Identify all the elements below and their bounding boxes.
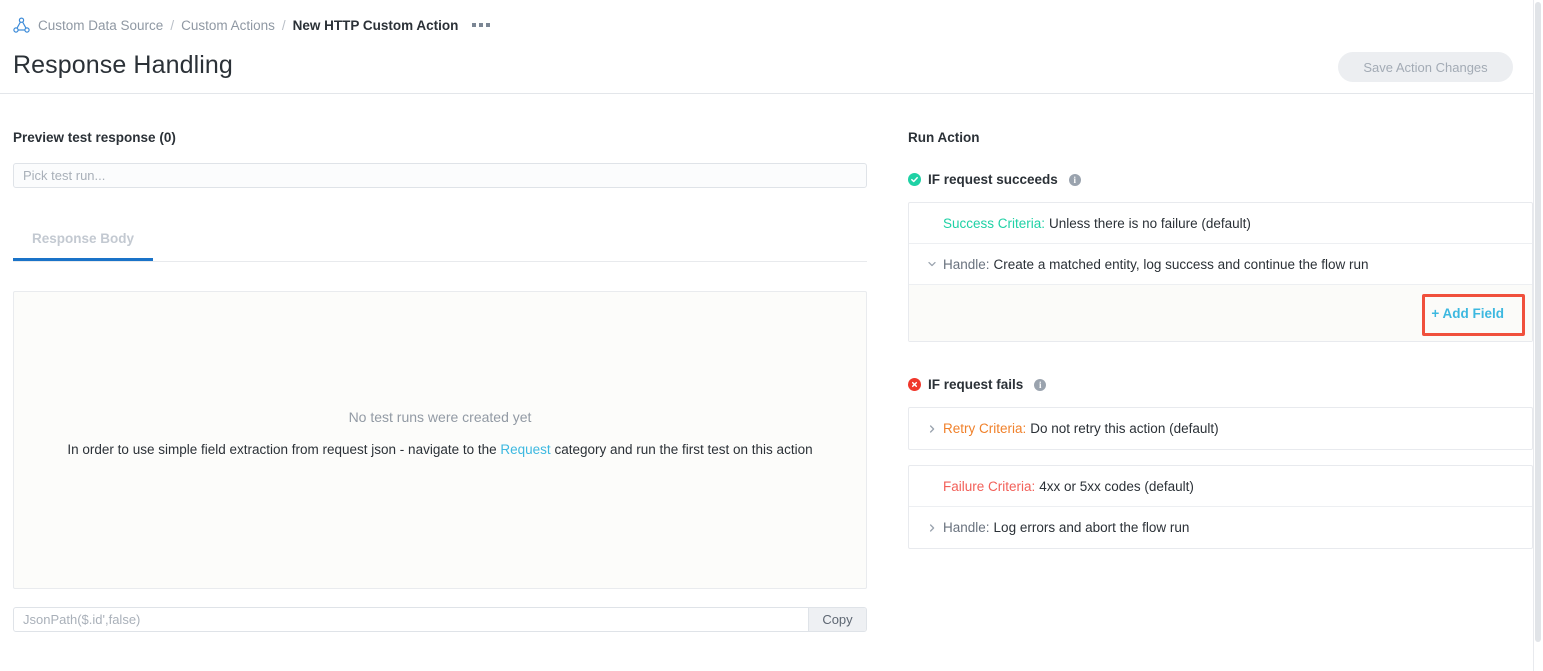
chevron-right-icon[interactable] [927, 424, 943, 434]
breadcrumb-item-custom-data-source[interactable]: Custom Data Source [38, 18, 163, 33]
add-field-button[interactable]: + Add Field [1421, 298, 1514, 329]
chevron-right-icon[interactable] [927, 523, 943, 533]
data-source-network-icon [12, 16, 30, 34]
request-category-link[interactable]: Request [500, 442, 550, 457]
breadcrumb-overflow-menu-icon[interactable] [472, 23, 490, 27]
empty-sub-text-before: In order to use simple field extraction … [67, 442, 500, 457]
breadcrumb-current: New HTTP Custom Action [293, 18, 459, 33]
preview-tabs: Response Body [13, 219, 867, 262]
page-title: Response Handling [13, 51, 233, 80]
copy-button[interactable]: Copy [808, 608, 866, 631]
page-header: Custom Data Source / Custom Actions / Ne… [0, 0, 1533, 94]
tab-response-body[interactable]: Response Body [13, 219, 153, 261]
failure-handle-row[interactable]: Handle: Log errors and abort the flow ru… [909, 507, 1532, 548]
failure-criteria-key: Failure Criteria: [943, 479, 1035, 494]
retry-criteria-key: Retry Criteria: [943, 421, 1026, 436]
run-action-panel: Run Action IF request succeeds i Success… [908, 94, 1543, 671]
empty-state-title: No test runs were created yet [14, 409, 866, 425]
save-action-changes-button[interactable]: Save Action Changes [1338, 52, 1513, 82]
error-circle-icon [908, 378, 921, 391]
success-handle-value: Create a matched entity, log success and… [994, 257, 1369, 272]
info-icon[interactable]: i [1034, 379, 1046, 391]
breadcrumb: Custom Data Source / Custom Actions / Ne… [12, 15, 490, 35]
page-scrollbar-track[interactable] [1533, 0, 1543, 671]
jsonpath-row: Copy [13, 607, 867, 632]
retry-criteria-value: Do not retry this action (default) [1030, 421, 1218, 436]
response-preview-box: No test runs were created yet In order t… [13, 291, 867, 589]
preview-test-response-label: Preview test response (0) [13, 130, 176, 145]
failure-handle-value: Log errors and abort the flow run [994, 520, 1190, 535]
if-request-succeeds-label: IF request succeeds [928, 172, 1058, 187]
if-request-fails-label: IF request fails [928, 377, 1023, 392]
success-criteria-value: Unless there is no failure (default) [1049, 216, 1251, 231]
breadcrumb-separator-1: / [170, 18, 174, 33]
empty-sub-text-after: category and run the first test on this … [551, 442, 813, 457]
page-scrollbar-thumb[interactable] [1535, 2, 1541, 642]
retry-criteria-row[interactable]: Retry Criteria: Do not retry this action… [909, 408, 1532, 449]
if-request-succeeds-header: IF request succeeds i [908, 172, 1081, 187]
retry-criteria-card: Retry Criteria: Do not retry this action… [908, 407, 1533, 450]
failure-criteria-value: 4xx or 5xx codes (default) [1039, 479, 1194, 494]
chevron-down-icon[interactable] [927, 259, 943, 269]
response-handling-page: Custom Data Source / Custom Actions / Ne… [0, 0, 1543, 671]
pick-test-run-input[interactable] [13, 163, 867, 188]
success-criteria-card: Success Criteria: Unless there is no fai… [908, 202, 1533, 342]
failure-criteria-row[interactable]: Failure Criteria: 4xx or 5xx codes (defa… [909, 466, 1532, 507]
breadcrumb-item-custom-actions[interactable]: Custom Actions [181, 18, 275, 33]
preview-panel: Preview test response (0) Response Body … [0, 94, 890, 671]
success-handle-row[interactable]: Handle: Create a matched entity, log suc… [909, 244, 1532, 285]
info-icon[interactable]: i [1069, 174, 1081, 186]
jsonpath-input[interactable] [14, 608, 808, 631]
failure-criteria-card: Failure Criteria: 4xx or 5xx codes (defa… [908, 465, 1533, 549]
if-request-fails-header: IF request fails i [908, 377, 1046, 392]
success-criteria-row[interactable]: Success Criteria: Unless there is no fai… [909, 203, 1532, 244]
run-action-label: Run Action [908, 130, 980, 145]
add-field-row: + Add Field [909, 285, 1532, 341]
success-handle-key: Handle: [943, 257, 990, 272]
check-circle-icon [908, 173, 921, 186]
failure-handle-key: Handle: [943, 520, 990, 535]
success-criteria-key: Success Criteria: [943, 216, 1045, 231]
empty-state-subtitle: In order to use simple field extraction … [14, 442, 866, 457]
breadcrumb-separator-2: / [282, 18, 286, 33]
